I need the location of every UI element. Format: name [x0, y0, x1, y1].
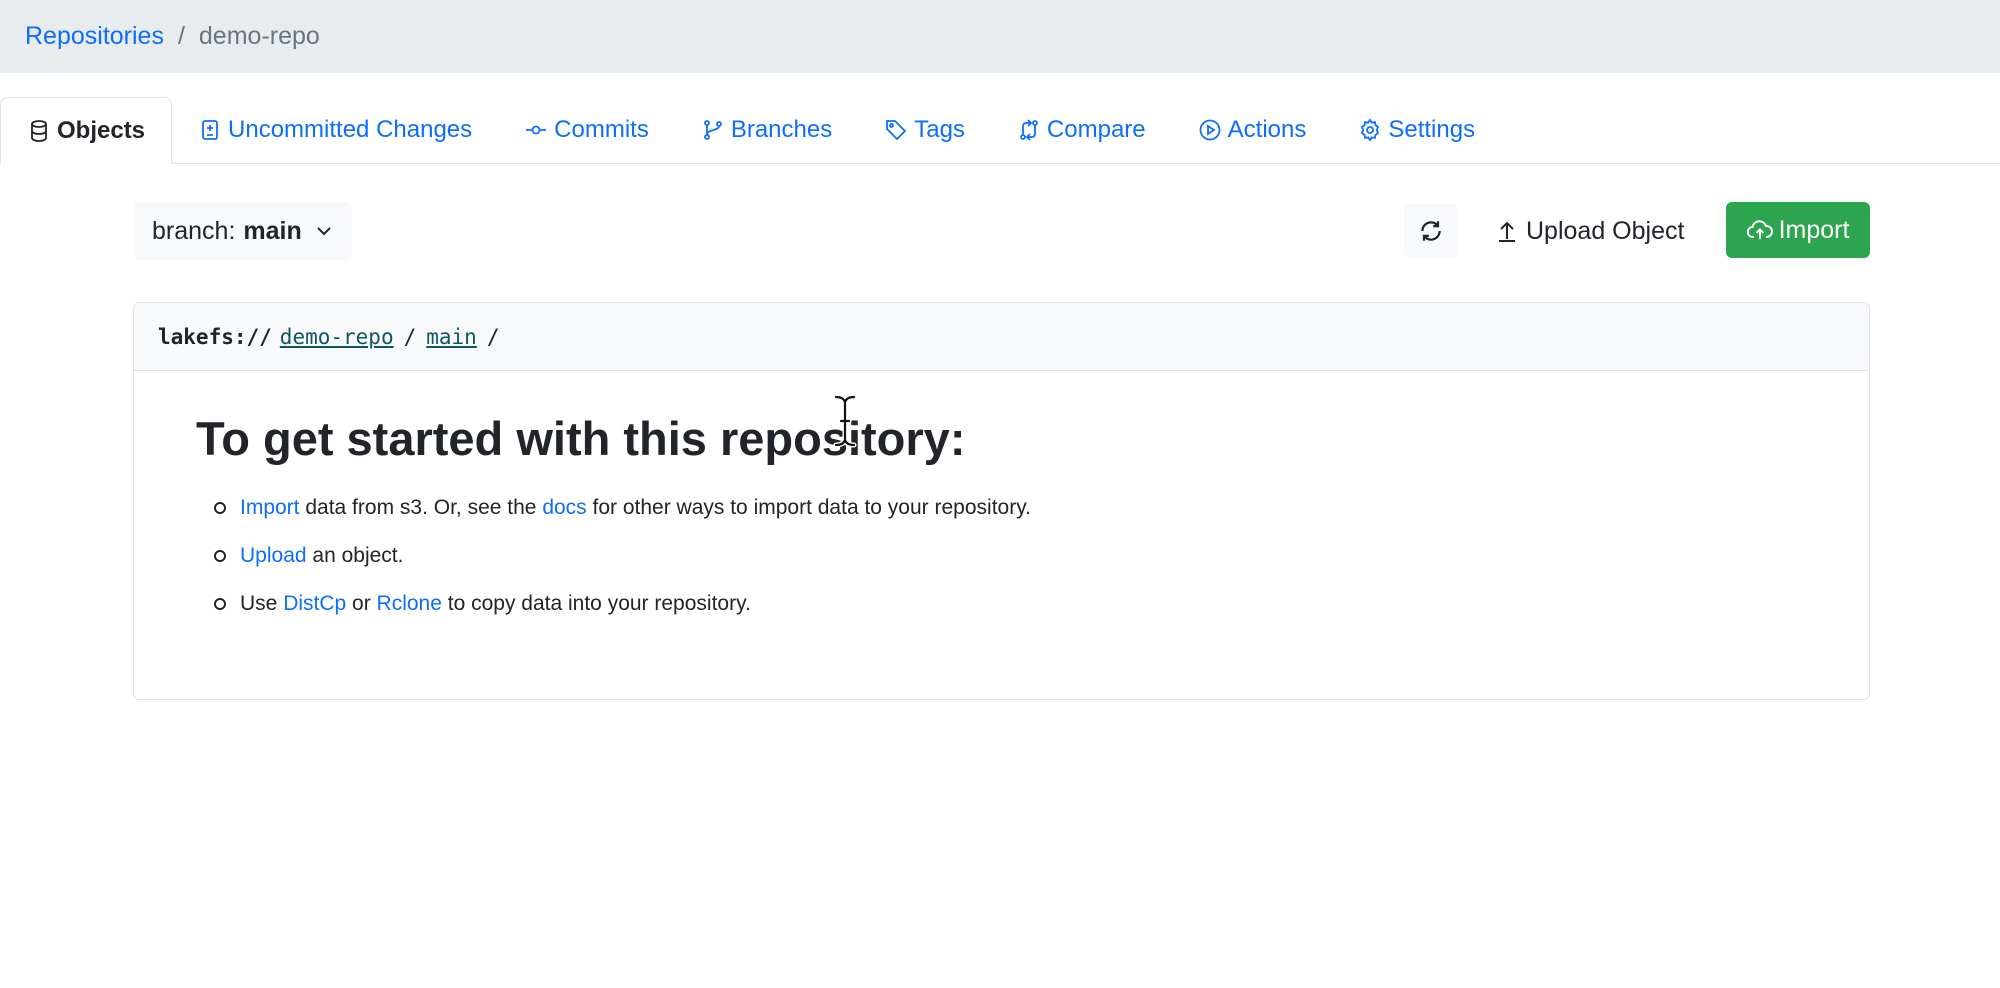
list-item: Use DistCp or Rclone to copy data into y…	[196, 589, 1807, 619]
database-icon	[27, 119, 51, 143]
path-separator: /	[403, 324, 417, 349]
tab-compare[interactable]: Compare	[991, 97, 1172, 163]
tab-settings-label: Settings	[1388, 116, 1476, 143]
repo-tabs: Objects Uncommitted Changes Commits Bran…	[0, 97, 2000, 164]
distcp-link[interactable]: DistCp	[283, 592, 346, 615]
tab-tags[interactable]: Tags	[858, 97, 991, 163]
gear-icon	[1358, 118, 1382, 142]
path-protocol: lakefs://	[158, 324, 272, 349]
refresh-button[interactable]	[1404, 204, 1458, 258]
tab-compare-label: Compare	[1046, 116, 1146, 143]
tab-actions[interactable]: Actions	[1172, 97, 1333, 163]
tab-settings[interactable]: Settings	[1332, 97, 1501, 163]
tag-icon	[884, 118, 908, 142]
list-item: Upload an object.	[196, 541, 1807, 571]
breadcrumb: Repositories / demo-repo	[0, 0, 2000, 73]
file-diff-icon	[198, 118, 222, 142]
upload-object-button[interactable]: Upload Object	[1482, 204, 1699, 258]
tab-tags-label: Tags	[914, 116, 965, 143]
path-branch-link[interactable]: main	[426, 325, 477, 349]
git-commit-icon	[524, 118, 548, 142]
breadcrumb-repositories-link[interactable]: Repositories	[25, 22, 164, 51]
path-trailing-separator: /	[486, 324, 500, 349]
upload-icon	[1496, 219, 1518, 243]
list-item: Import data from s3. Or, see the docs fo…	[196, 493, 1807, 523]
cloud-upload-icon	[1746, 219, 1773, 241]
step-text: an object.	[306, 544, 404, 567]
tab-branches[interactable]: Branches	[675, 97, 858, 163]
bullet-icon	[214, 550, 226, 562]
getting-started-steps: Import data from s3. Or, see the docs fo…	[196, 493, 1807, 619]
branch-name: main	[243, 216, 302, 245]
path-repo-link[interactable]: demo-repo	[280, 325, 394, 349]
step-text: for other ways to import data to your re…	[586, 496, 1031, 519]
branch-selector[interactable]: branch: main	[134, 202, 352, 260]
docs-link[interactable]: docs	[542, 496, 586, 519]
breadcrumb-separator: /	[177, 22, 185, 50]
import-link[interactable]: Import	[240, 496, 300, 519]
branch-prefix: branch:	[152, 216, 236, 245]
git-compare-icon	[1017, 118, 1041, 142]
object-path: lakefs:// demo-repo / main /	[134, 303, 1869, 371]
tab-objects[interactable]: Objects	[0, 97, 173, 164]
getting-started-title: To get started with this repository:	[196, 412, 966, 465]
tab-uncommitted-changes-label: Uncommitted Changes	[228, 116, 473, 143]
tab-branches-label: Branches	[730, 116, 833, 143]
refresh-icon	[1418, 218, 1444, 244]
chevron-down-icon	[314, 221, 334, 241]
tab-commits-label: Commits	[554, 116, 649, 143]
step-text: to copy data into your repository.	[441, 592, 751, 615]
git-branch-icon	[701, 118, 725, 142]
step-text: or	[346, 592, 377, 615]
step-text: Use	[240, 592, 284, 615]
play-circle-icon	[1198, 118, 1222, 142]
bullet-icon	[214, 598, 226, 610]
bullet-icon	[214, 502, 226, 514]
text-cursor-icon	[832, 394, 858, 448]
breadcrumb-current: demo-repo	[198, 22, 320, 50]
import-button[interactable]: Import	[1726, 202, 1870, 258]
tab-actions-label: Actions	[1227, 116, 1307, 143]
import-label: Import	[1778, 215, 1850, 244]
upload-link[interactable]: Upload	[240, 544, 307, 567]
rclone-link[interactable]: Rclone	[377, 592, 442, 615]
objects-card: lakefs:// demo-repo / main / To get star…	[133, 302, 1870, 700]
tab-commits[interactable]: Commits	[498, 97, 675, 163]
tab-objects-label: Objects	[57, 116, 146, 144]
step-text: data from s3. Or, see the	[299, 496, 543, 519]
upload-object-label: Upload Object	[1526, 216, 1685, 245]
tab-uncommitted-changes[interactable]: Uncommitted Changes	[172, 97, 498, 163]
getting-started: To get started with this repository: Imp…	[134, 371, 1869, 677]
